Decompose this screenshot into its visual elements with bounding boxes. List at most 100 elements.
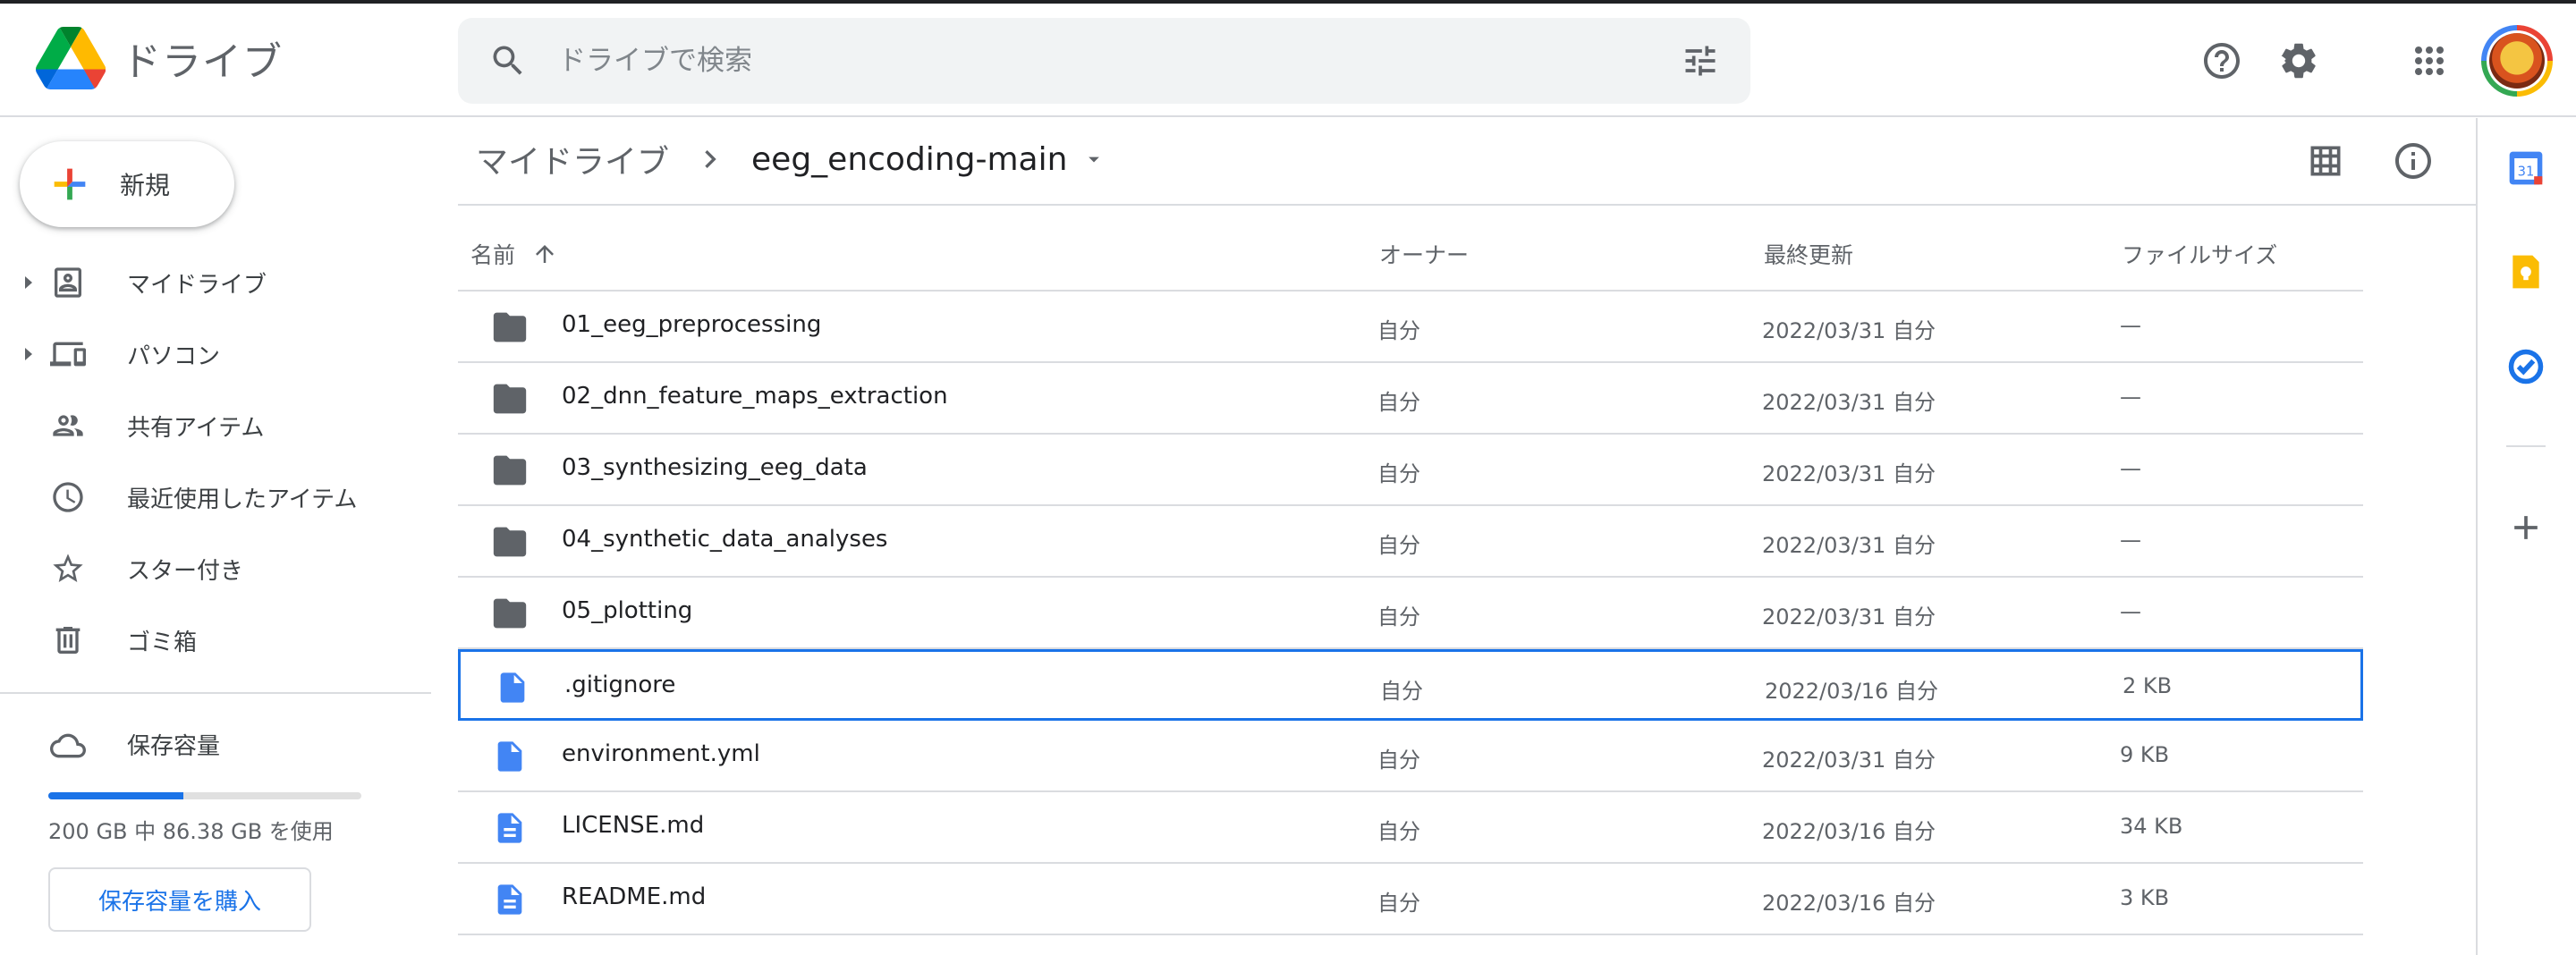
sidebar-item-starred[interactable]: スター付き: [0, 533, 429, 604]
new-button-label: 新規: [120, 171, 171, 200]
app-logo[interactable]: ドライブ: [36, 27, 283, 89]
chevron-right-icon: [705, 150, 716, 168]
search-input[interactable]: [558, 38, 1542, 84]
add-addon-plus-icon[interactable]: [2506, 508, 2546, 547]
sidebar-item-label: スター付き: [127, 557, 244, 585]
svg-text:31: 31: [2518, 164, 2535, 179]
table-row[interactable]: 03_synthesizing_eeg_data 自分 2022/03/31 自…: [458, 435, 2363, 506]
file-name: 02_dnn_feature_maps_extraction: [562, 383, 948, 410]
sidebar-item-my-drive[interactable]: マイドライブ: [0, 247, 429, 318]
side-panel-divider: [2506, 445, 2546, 447]
file-modified: 2022/03/31 自分: [1762, 604, 1936, 630]
file-owner: 自分: [1377, 819, 1420, 844]
table-row[interactable]: environment.yml 自分 2022/03/31 自分 9 KB: [458, 721, 2363, 792]
grid-view-icon[interactable]: [2306, 141, 2345, 181]
file-owner: 自分: [1380, 679, 1423, 704]
document-icon: [497, 813, 522, 843]
account-avatar[interactable]: [2481, 25, 2553, 97]
sidebar-item-recent[interactable]: 最近使用したアイテム: [0, 461, 429, 533]
search-icon[interactable]: [488, 41, 528, 80]
folder-icon: [493, 527, 527, 557]
sidebar-item-trash[interactable]: ゴミ箱: [0, 604, 429, 676]
folder-icon: [493, 598, 527, 629]
file-size: 2 KB: [2123, 673, 2173, 698]
column-header-modified[interactable]: 最終更新: [1764, 238, 1853, 270]
drive-logo-icon: [36, 27, 106, 89]
keep-notes-icon[interactable]: [2506, 252, 2546, 292]
main-header-divider: [458, 204, 2476, 206]
storage-progress-bar: [48, 792, 361, 799]
storage-title[interactable]: 保存容量: [127, 728, 220, 761]
buy-storage-button[interactable]: 保存容量を購入: [48, 867, 311, 932]
file-modified: 2022/03/31 自分: [1762, 748, 1936, 773]
table-row[interactable]: 02_dnn_feature_maps_extraction 自分 2022/0…: [458, 363, 2363, 435]
tasks-icon[interactable]: [2506, 347, 2546, 386]
breadcrumb-root[interactable]: マイドライブ: [476, 136, 669, 182]
expand-caret-icon[interactable]: [21, 272, 36, 293]
column-header-owner[interactable]: オーナー: [1379, 238, 1469, 270]
info-icon[interactable]: [2392, 139, 2435, 182]
avatar-frame: [2487, 30, 2547, 91]
sort-up-arrow-icon[interactable]: [531, 241, 558, 267]
file-size: 3 KB: [2120, 885, 2170, 910]
shared-people-icon: [53, 415, 83, 436]
search-bar: [458, 18, 1750, 104]
help-icon[interactable]: [2200, 39, 2243, 82]
table-row-selected[interactable]: .gitignore 自分 2022/03/16 自分 2 KB: [458, 649, 2363, 721]
cloud-icon: [50, 733, 86, 758]
file-name: 03_synthesizing_eeg_data: [562, 454, 868, 481]
file-size: —: [2120, 385, 2141, 410]
expand-caret-icon[interactable]: [21, 343, 36, 365]
file-modified: 2022/03/31 自分: [1762, 318, 1936, 343]
file-name: 04_synthetic_data_analyses: [562, 526, 888, 553]
settings-gear-icon[interactable]: [2277, 39, 2320, 82]
file-name: README.md: [562, 883, 707, 910]
sidebar-item-label: ゴミ箱: [127, 629, 198, 656]
file-name: 01_eeg_preprocessing: [562, 311, 822, 338]
new-plus-icon: [54, 168, 86, 200]
apps-grid-icon[interactable]: [2408, 39, 2451, 82]
sidebar-nav: マイドライブ パソコン 共有アイテム 最近使用したアイテム スター付き ゴミ箱: [0, 247, 429, 676]
my-drive-icon: [55, 267, 81, 298]
file-owner: 自分: [1377, 318, 1420, 343]
column-header-name[interactable]: 名前: [470, 238, 558, 270]
table-row[interactable]: 05_plotting 自分 2022/03/31 自分 —: [458, 578, 2363, 649]
file-icon: [500, 672, 525, 703]
file-owner: 自分: [1377, 748, 1420, 773]
folder-icon: [493, 384, 527, 414]
sidebar-item-shared[interactable]: 共有アイテム: [0, 390, 429, 461]
breadcrumb-current-folder[interactable]: eeg_encoding-main: [751, 141, 1067, 178]
file-name: .gitignore: [564, 672, 676, 698]
table-row[interactable]: README.md 自分 2022/03/16 自分 3 KB: [458, 864, 2363, 935]
table-row[interactable]: 04_synthetic_data_analyses 自分 2022/03/31…: [458, 506, 2363, 578]
computer-icon: [50, 342, 86, 367]
file-owner: 自分: [1377, 533, 1420, 558]
table-row[interactable]: LICENSE.md 自分 2022/03/16 自分 34 KB: [458, 792, 2363, 864]
file-owner: 自分: [1377, 604, 1420, 630]
folder-icon: [493, 312, 527, 342]
sidebar-item-computers[interactable]: パソコン: [0, 318, 429, 390]
file-modified: 2022/03/16 自分: [1762, 891, 1936, 916]
sidebar-item-label: マイドライブ: [127, 271, 267, 299]
app-title: ドライブ: [122, 39, 283, 85]
column-header-label: 名前: [470, 242, 516, 268]
file-icon: [497, 741, 522, 772]
file-size: —: [2120, 313, 2141, 338]
storage-progress-fill: [48, 792, 183, 799]
file-modified: 2022/03/16 自分: [1765, 679, 1938, 704]
search-options-icon[interactable]: [1681, 41, 1720, 80]
file-owner: 自分: [1377, 891, 1420, 916]
file-name: LICENSE.md: [562, 812, 705, 839]
file-size: 34 KB: [2120, 814, 2183, 839]
calendar-icon[interactable]: 31: [2506, 148, 2546, 188]
avatar-image: [2489, 33, 2545, 89]
new-button[interactable]: 新規: [20, 141, 234, 227]
column-header-size[interactable]: ファイルサイズ: [2122, 238, 2277, 270]
table-row[interactable]: 01_eeg_preprocessing 自分 2022/03/31 自分 —: [458, 292, 2363, 363]
dropdown-arrow-icon[interactable]: [1081, 147, 1106, 172]
star-icon: [53, 554, 83, 582]
file-size: —: [2120, 599, 2141, 624]
file-modified: 2022/03/31 自分: [1762, 461, 1936, 486]
file-modified: 2022/03/16 自分: [1762, 819, 1936, 844]
file-list-header: 名前 オーナー 最終更新 ファイルサイズ: [458, 207, 2363, 292]
